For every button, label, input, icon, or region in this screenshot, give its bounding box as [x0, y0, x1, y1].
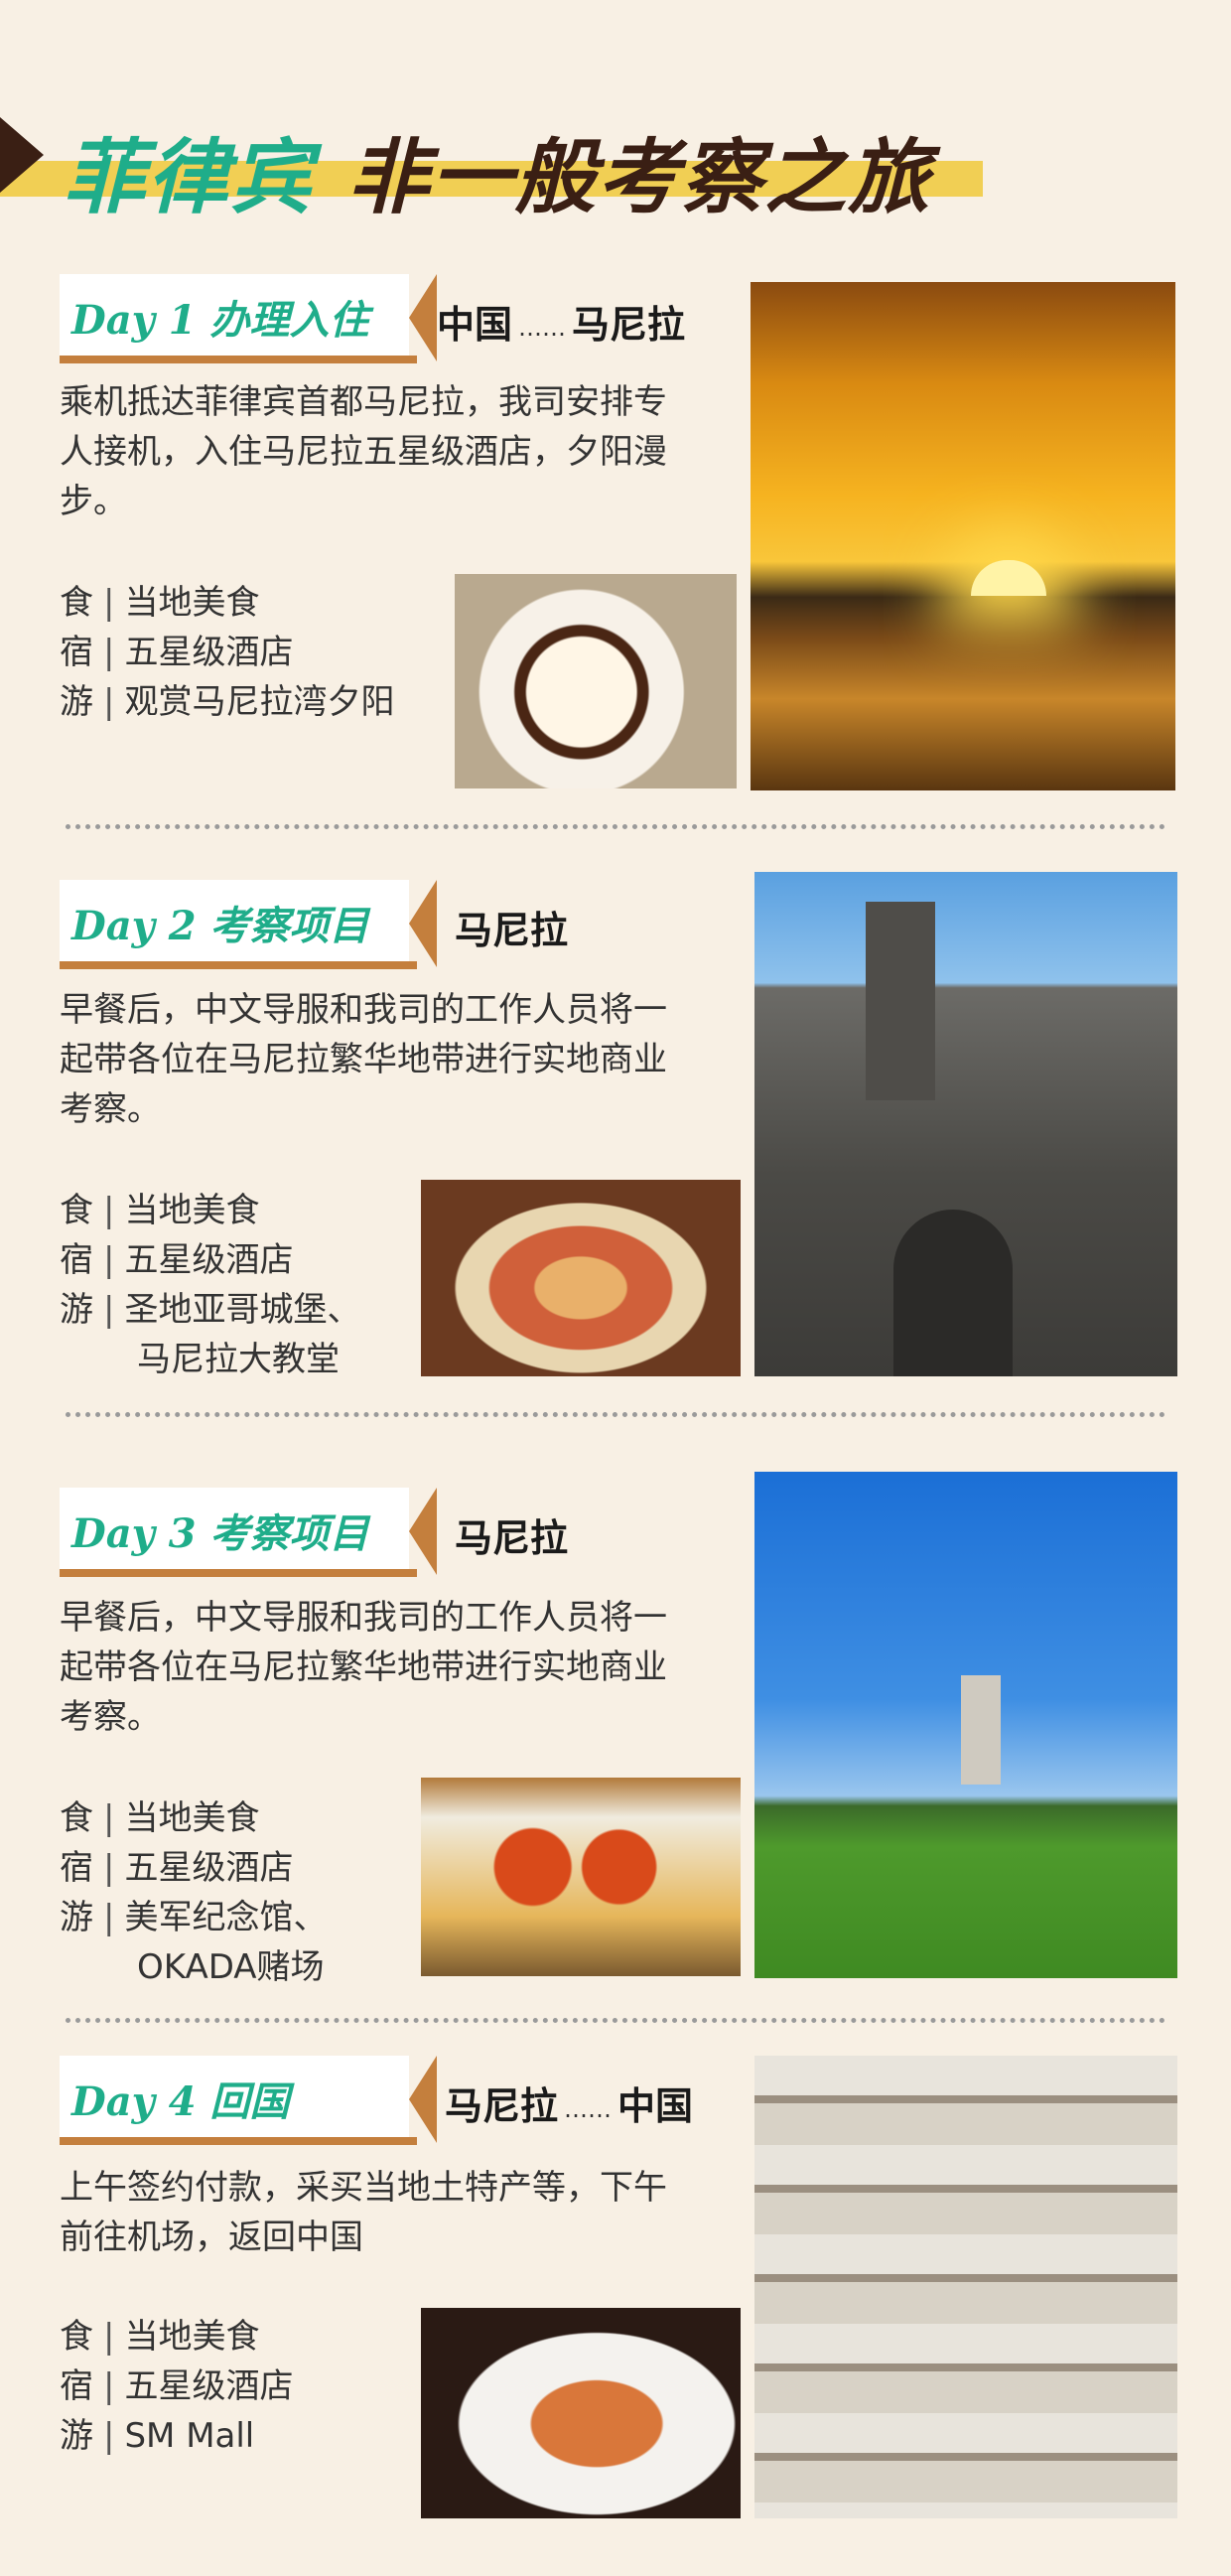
day-1-info: 食 | 当地美食 宿 | 五星级酒店 游 | 观赏马尼拉湾夕阳	[60, 583, 395, 722]
day-3-route: 马尼拉	[455, 1516, 569, 1560]
mall-photo	[754, 2056, 1177, 2518]
divider	[66, 2018, 1165, 2023]
seafood-photo	[421, 1180, 741, 1376]
day-1-route: 中国…… 马尼拉	[437, 303, 686, 347]
divider	[66, 824, 1165, 829]
day-2-route: 马尼拉	[455, 909, 569, 952]
title-country: 菲律宾	[64, 131, 314, 225]
sunset-photo	[751, 282, 1175, 790]
day-2-info: 食 | 当地美食 宿 | 五星级酒店 游 | 圣地亚哥城堡、 马尼拉大教堂	[60, 1191, 361, 1379]
page-title: 菲律宾 非一般考察之旅	[0, 99, 1231, 225]
day-3-description: 早餐后，中文导服和我司的工作人员将一起带各位在马尼拉繁华地带进行实地商业考察。	[60, 1598, 667, 1737]
day-4-info: 食 | 当地美食 宿 | 五星级酒店 游 | SM Mall	[60, 2317, 294, 2456]
day-3-tag: Day 3 考察项目	[60, 1488, 409, 1573]
dessert-photo	[455, 574, 737, 788]
day-4-tag: Day 4 回国	[60, 2056, 409, 2141]
title-subtitle: 非一般考察之旅	[347, 131, 931, 225]
cathedral-photo	[754, 872, 1177, 1376]
day-1-tag: Day 1 办理入住	[60, 274, 409, 359]
day-1-description: 乘机抵达菲律宾首都马尼拉，我司安排专人接机，入住马尼拉五星级酒店，夕阳漫步。	[60, 382, 667, 521]
salmon-photo	[421, 2308, 741, 2518]
divider	[66, 1412, 1165, 1417]
itinerary-page: 菲律宾 非一般考察之旅 Day 1 办理入住 中国…… 马尼拉 乘机抵达菲律宾首都马…	[0, 0, 1231, 2576]
day-4-route: 马尼拉…… 中国	[445, 2084, 694, 2128]
day-3-info: 食 | 当地美食 宿 | 五星级酒店 游 | 美军纪念馆、 OKADA赌场	[60, 1798, 328, 1987]
day-4-description: 上午签约付款，采买当地土特产等，下午前往机场，返回中国	[60, 2168, 667, 2257]
title-arrow-icon	[0, 117, 44, 193]
day-2-description: 早餐后，中文导服和我司的工作人员将一起带各位在马尼拉繁华地带进行实地商业考察。	[60, 990, 667, 1129]
day-2-tag: Day 2 考察项目	[60, 880, 409, 965]
memorial-photo	[754, 1472, 1177, 1978]
crab-photo	[421, 1778, 741, 1976]
